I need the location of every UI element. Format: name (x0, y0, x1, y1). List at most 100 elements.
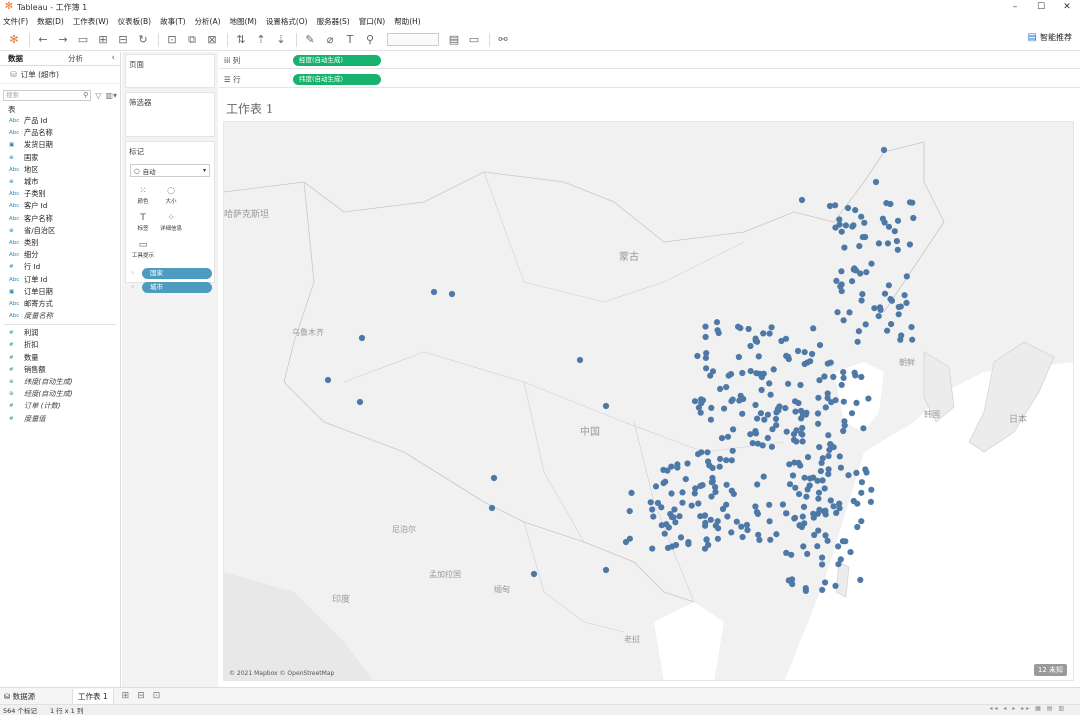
menu-dashboard[interactable]: 仪表板(B) (118, 16, 152, 27)
field-item[interactable]: # 销售额 (0, 364, 120, 376)
tableau-home-icon[interactable]: ✻ (5, 31, 23, 49)
city-mark[interactable] (810, 325, 817, 332)
city-mark[interactable] (729, 447, 736, 454)
city-mark[interactable] (766, 330, 773, 337)
city-mark[interactable] (697, 482, 704, 490)
sort-descending-icon[interactable]: ⇣ (272, 31, 290, 49)
city-mark[interactable] (702, 519, 709, 526)
city-mark[interactable] (786, 481, 794, 488)
city-mark[interactable] (857, 270, 864, 277)
minimize-icon[interactable]: – (1002, 0, 1028, 14)
city-mark[interactable] (697, 513, 704, 520)
city-mark[interactable] (841, 244, 848, 251)
city-mark[interactable] (868, 260, 875, 267)
city-mark[interactable] (858, 479, 866, 486)
city-mark[interactable] (804, 486, 811, 493)
city-mark[interactable] (802, 587, 810, 594)
city-mark[interactable] (688, 502, 695, 509)
city-mark[interactable] (685, 541, 692, 548)
city-mark[interactable] (868, 486, 875, 493)
menu-analysis[interactable]: 分析(A) (195, 16, 221, 27)
city-mark[interactable] (719, 505, 727, 513)
city-mark[interactable] (815, 394, 822, 401)
city-mark[interactable] (663, 521, 670, 528)
color-button[interactable]: ⁙ 颜色 (130, 183, 156, 208)
share-icon[interactable]: ⚯ (494, 31, 512, 49)
field-item[interactable]: Abc 邮寄方式 (0, 298, 120, 310)
city-mark[interactable] (670, 514, 677, 521)
close-icon[interactable]: ✕ (1054, 0, 1080, 14)
city-mark[interactable] (842, 222, 850, 229)
menu-server[interactable]: 服务器(S) (317, 16, 350, 27)
field-item[interactable]: Abc 产品 Id (0, 115, 120, 127)
status-nav-icons[interactable]: ◂◂ ◂ ▸ ▸▸ ▦ ▤ ▥ (989, 705, 1066, 712)
menu-window[interactable]: 窗口(N) (359, 16, 385, 27)
field-item[interactable]: # 行 Id (0, 261, 120, 273)
city-mark[interactable] (695, 404, 702, 411)
field-item[interactable]: Abc 类别 (0, 237, 120, 249)
city-mark[interactable] (707, 416, 714, 423)
city-mark[interactable] (530, 570, 538, 578)
search-input[interactable]: 搜索 ⚲ (3, 89, 92, 101)
city-mark[interactable] (888, 297, 896, 304)
city-mark[interactable] (830, 373, 837, 380)
menu-file[interactable]: 文件(F) (3, 16, 28, 27)
city-mark[interactable] (661, 530, 668, 537)
city-mark[interactable] (730, 426, 737, 433)
city-mark[interactable] (676, 513, 683, 520)
city-mark[interactable] (717, 455, 724, 462)
city-mark[interactable] (909, 336, 916, 343)
new-dashboard-tab-icon[interactable]: ⊟ (137, 691, 145, 701)
city-mark[interactable] (757, 410, 765, 417)
city-mark[interactable] (856, 243, 863, 250)
city-mark[interactable] (860, 425, 867, 432)
city-mark[interactable] (881, 290, 889, 297)
city-mark[interactable] (758, 374, 766, 381)
city-mark[interactable] (714, 535, 721, 542)
city-mark[interactable] (859, 291, 866, 298)
city-mark[interactable] (737, 392, 744, 399)
clear-sheet-icon[interactable]: ⊠ (203, 31, 221, 49)
city-mark[interactable] (867, 498, 875, 505)
city-mark[interactable] (626, 508, 633, 515)
menu-map[interactable]: 地图(M) (230, 16, 257, 27)
city-mark[interactable] (838, 381, 845, 388)
tab-data[interactable]: 数据 (0, 52, 60, 65)
city-mark[interactable] (836, 500, 843, 507)
rows-shelf[interactable]: ☰ 行 纬度(自动生成) (219, 71, 1080, 88)
highlight-icon[interactable]: ✎ (301, 31, 319, 49)
city-mark[interactable] (894, 246, 901, 253)
city-mark[interactable] (854, 338, 861, 345)
city-mark[interactable] (703, 536, 710, 543)
city-mark[interactable] (858, 518, 865, 525)
city-mark[interactable] (836, 216, 843, 223)
city-mark[interactable] (801, 349, 808, 356)
city-mark[interactable] (903, 299, 910, 306)
city-mark[interactable] (910, 214, 917, 222)
city-mark[interactable] (725, 372, 732, 379)
field-item[interactable]: # 数量 (0, 352, 120, 364)
city-mark[interactable] (324, 376, 332, 384)
city-mark[interactable] (747, 368, 754, 375)
field-item[interactable]: Abc 度量名称 (0, 310, 120, 322)
country-pill[interactable]: 国家 (142, 268, 212, 279)
city-mark[interactable] (647, 499, 654, 506)
city-mark[interactable] (853, 399, 860, 406)
pin-icon[interactable]: ⚲ (361, 31, 379, 49)
field-item[interactable]: Abc 客户名称 (0, 213, 120, 225)
city-mark[interactable] (810, 474, 817, 481)
city-mark[interactable] (712, 484, 719, 491)
city-mark[interactable] (884, 327, 891, 334)
size-button[interactable]: ◌ 大小 (158, 183, 184, 208)
field-item[interactable]: Abc 客户 Id (0, 200, 120, 212)
city-mark[interactable] (799, 513, 806, 520)
city-mark[interactable] (875, 240, 883, 247)
city-mark[interactable] (815, 527, 822, 534)
menu-help[interactable]: 帮助(H) (394, 16, 421, 27)
city-mark[interactable] (799, 411, 807, 418)
city-mark[interactable] (724, 513, 731, 520)
menu-format[interactable]: 设置格式(O) (266, 16, 308, 27)
city-mark[interactable] (840, 374, 847, 381)
city-mark[interactable] (707, 516, 714, 523)
field-item[interactable]: ▣ 订单日期 (0, 286, 120, 298)
